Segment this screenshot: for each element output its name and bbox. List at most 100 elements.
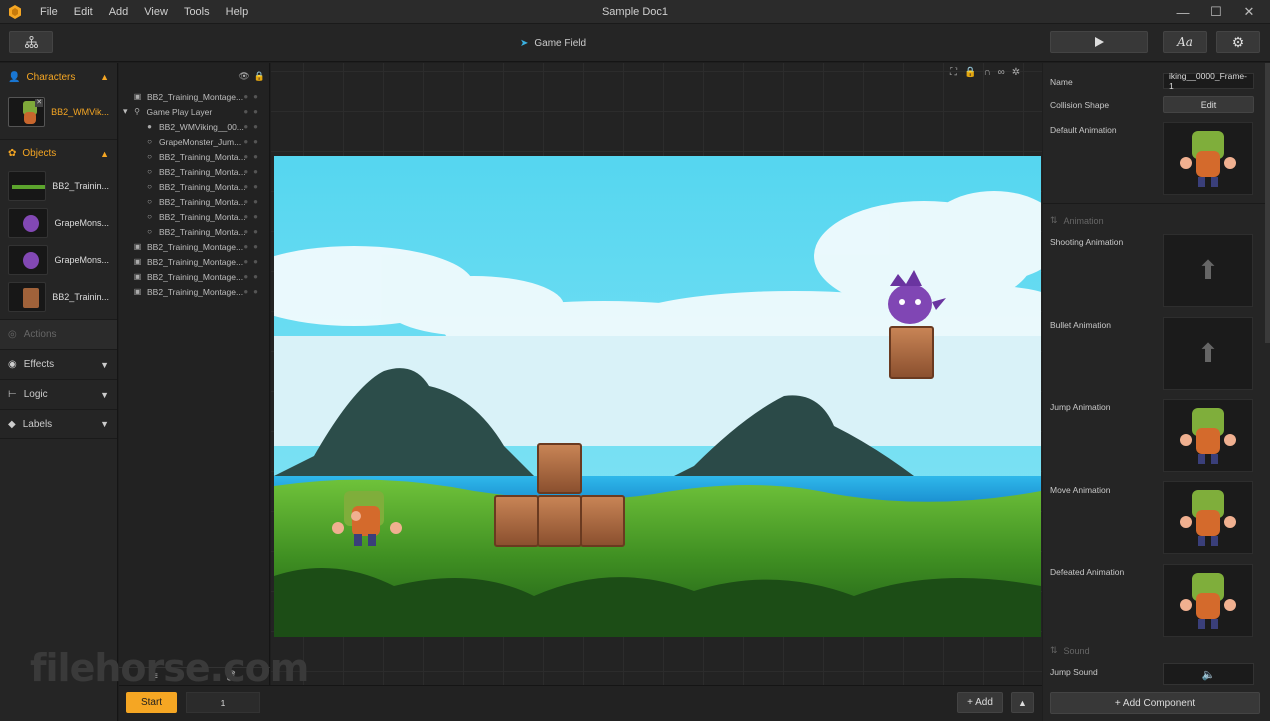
layer-row[interactable]: ▣ BB2_Training_Montage... ●● <box>119 269 269 284</box>
debug-icon[interactable]: ✲ <box>1012 67 1020 78</box>
jump-anim-thumb[interactable] <box>1163 399 1253 472</box>
collision-label: Collision Shape <box>1050 100 1110 110</box>
object-icon: ○ <box>147 197 152 206</box>
visibility-lock-toggles[interactable]: ●● <box>243 122 263 131</box>
app-logo-icon <box>9 4 21 19</box>
layer-row[interactable]: ○ GrapeMonster_Jum... ●● <box>119 134 269 149</box>
shooting-anim-upload[interactable]: ⬆ <box>1163 234 1253 307</box>
layer-name: BB2_Training_Monta... <box>159 166 246 177</box>
menu-view[interactable]: View <box>136 6 176 18</box>
remove-icon[interactable]: ✕ <box>35 99 44 107</box>
layer-row[interactable]: ○ BB2_Training_Monta... ●● <box>119 224 269 239</box>
lock-icon[interactable]: 🔒 <box>964 67 976 78</box>
viking-sprite-icon <box>1180 407 1236 464</box>
layer-row[interactable]: ▣ BB2_Training_Montage... ●● <box>119 239 269 254</box>
visibility-lock-toggles[interactable]: ●● <box>243 92 263 101</box>
actions-section[interactable]: ◎ Actions <box>0 319 117 349</box>
visibility-lock-toggles[interactable]: ●● <box>243 242 263 251</box>
game-scene[interactable] <box>274 156 1041 637</box>
bullet-anim-label: Bullet Animation <box>1050 320 1111 330</box>
visibility-lock-toggles[interactable]: ●● <box>243 272 263 281</box>
play-button[interactable] <box>1050 31 1148 53</box>
layer-row[interactable]: ○ BB2_Training_Monta... ●● <box>119 149 269 164</box>
default-anim-thumb[interactable] <box>1163 122 1253 195</box>
visibility-lock-toggles[interactable]: ●● <box>243 287 263 296</box>
defeated-anim-thumb[interactable] <box>1163 564 1253 637</box>
objects-header[interactable]: ✿ Objects ▲ <box>0 139 117 167</box>
layer-name: BB2_Training_Monta... <box>159 211 246 222</box>
effects-section[interactable]: ◉ Effects ▼ <box>0 349 117 379</box>
characters-header[interactable]: 👤 Characters ▲ <box>0 63 117 91</box>
layer-row[interactable]: ○ BB2_Training_Monta... ●● <box>119 179 269 194</box>
object-item[interactable]: BB2_Trainin... <box>0 167 117 204</box>
character-item[interactable]: ✕ BB2_WMVik... <box>0 91 117 133</box>
visibility-lock-toggles[interactable]: ●● <box>243 197 263 206</box>
hierarchy-button[interactable] <box>9 31 53 53</box>
visibility-lock-toggles[interactable]: ●● <box>243 137 263 146</box>
magnet-icon[interactable]: ∩ <box>983 67 990 78</box>
menu-file[interactable]: File <box>32 6 66 18</box>
image-icon: ▣ <box>133 272 142 281</box>
chevron-down-icon[interactable]: ▾ <box>123 106 128 117</box>
frame-field[interactable]: 1 <box>186 692 260 713</box>
start-button[interactable]: Start <box>126 692 177 713</box>
layer-row[interactable]: ▣ BB2_Training_Montage... ●● <box>119 254 269 269</box>
fit-icon[interactable]: ⛶ <box>950 67 957 78</box>
move-anim-thumb[interactable] <box>1163 481 1253 554</box>
maximize-button[interactable]: ☐ <box>1201 0 1231 24</box>
layer-panel: 👁 🔒 ▣ BB2_Training_Montage... ●● ▾ ⚲ Game Pla… <box>119 63 270 685</box>
chevron-down-icon: ▼ <box>100 419 109 429</box>
jump-anim-label: Jump Animation <box>1050 402 1111 412</box>
properties-panel: Name iking__0000_Frame-1 Collision Shape… <box>1043 63 1270 721</box>
layer-row[interactable]: ▣ BB2_Training_Montage... ●● <box>119 89 269 104</box>
add-component-button[interactable]: + Add Component <box>1050 692 1260 714</box>
minimize-button[interactable]: — <box>1168 0 1198 24</box>
visibility-lock-toggles[interactable]: ●● <box>243 167 263 176</box>
effects-icon: ◉ <box>8 359 17 370</box>
visibility-lock-toggles[interactable]: ●● <box>243 257 263 266</box>
viking-sprite-icon <box>1180 130 1236 187</box>
close-button[interactable]: ✕ <box>1234 0 1264 24</box>
properties-scrollbar[interactable] <box>1265 63 1270 343</box>
menu-tools[interactable]: Tools <box>176 6 218 18</box>
visibility-lock-toggles[interactable]: ●● <box>243 227 263 236</box>
layer-name: BB2_Training_Monta... <box>159 181 246 192</box>
gear-icon: ⚙ <box>1231 33 1245 50</box>
name-field[interactable]: iking__0000_Frame-1 <box>1163 71 1254 91</box>
menu-add[interactable]: Add <box>101 6 137 18</box>
expand-button[interactable]: ▲ <box>1011 692 1034 713</box>
visibility-lock-toggles[interactable]: ●● <box>243 152 263 161</box>
animation-section-header: ⇅ Animation <box>1050 215 1104 226</box>
layer-row[interactable]: ○ BB2_Training_Monta... ●● <box>119 194 269 209</box>
menu-help[interactable]: Help <box>218 6 257 18</box>
object-item[interactable]: BB2_Trainin... <box>0 278 117 315</box>
layer-list: ▣ BB2_Training_Montage... ●● ▾ ⚲ Game Play La… <box>119 89 269 299</box>
object-item[interactable]: GrapeMons... <box>0 241 117 278</box>
logic-section[interactable]: ⊢ Logic ▼ <box>0 379 117 409</box>
labels-section[interactable]: ◆ Labels ▼ <box>0 409 117 439</box>
chevron-down-icon: ▼ <box>100 359 109 370</box>
settings-button[interactable]: ⚙ <box>1216 31 1260 53</box>
image-icon: ▣ <box>133 287 142 296</box>
layer-row[interactable]: ▾ ⚲ Game Play Layer ●● <box>119 104 269 119</box>
layer-name: BB2_Training_Montage... <box>147 241 244 252</box>
bullet-anim-upload[interactable]: ⬆ <box>1163 317 1253 390</box>
layer-row[interactable]: ● BB2_WMViking__00... ●● <box>119 119 269 134</box>
visibility-lock-toggles[interactable]: ●● <box>243 212 263 221</box>
object-item[interactable]: GrapeMons... <box>0 204 117 241</box>
link-icon[interactable]: ∞ <box>998 67 1005 78</box>
layer-row[interactable]: ○ BB2_Training_Monta... ●● <box>119 209 269 224</box>
edit-collision-button[interactable]: Edit <box>1163 96 1254 113</box>
crate-thumbnail <box>8 281 47 312</box>
eye-icon[interactable]: 👁 <box>238 71 249 82</box>
visibility-lock-toggles[interactable]: ●● <box>243 107 263 116</box>
layer-row[interactable]: ▣ BB2_Training_Montage... ●● <box>119 284 269 299</box>
lock-icon[interactable]: 🔒 <box>254 71 265 82</box>
font-button[interactable]: Aa <box>1163 31 1207 53</box>
layer-name: BB2_Training_Montage... <box>147 286 244 297</box>
visibility-lock-toggles[interactable]: ●● <box>243 182 263 191</box>
add-button[interactable]: + Add <box>957 692 1003 713</box>
jump-sound-field[interactable]: 🔈 <box>1163 663 1254 685</box>
layer-row[interactable]: ○ BB2_Training_Monta... ●● <box>119 164 269 179</box>
menu-edit[interactable]: Edit <box>66 6 101 18</box>
